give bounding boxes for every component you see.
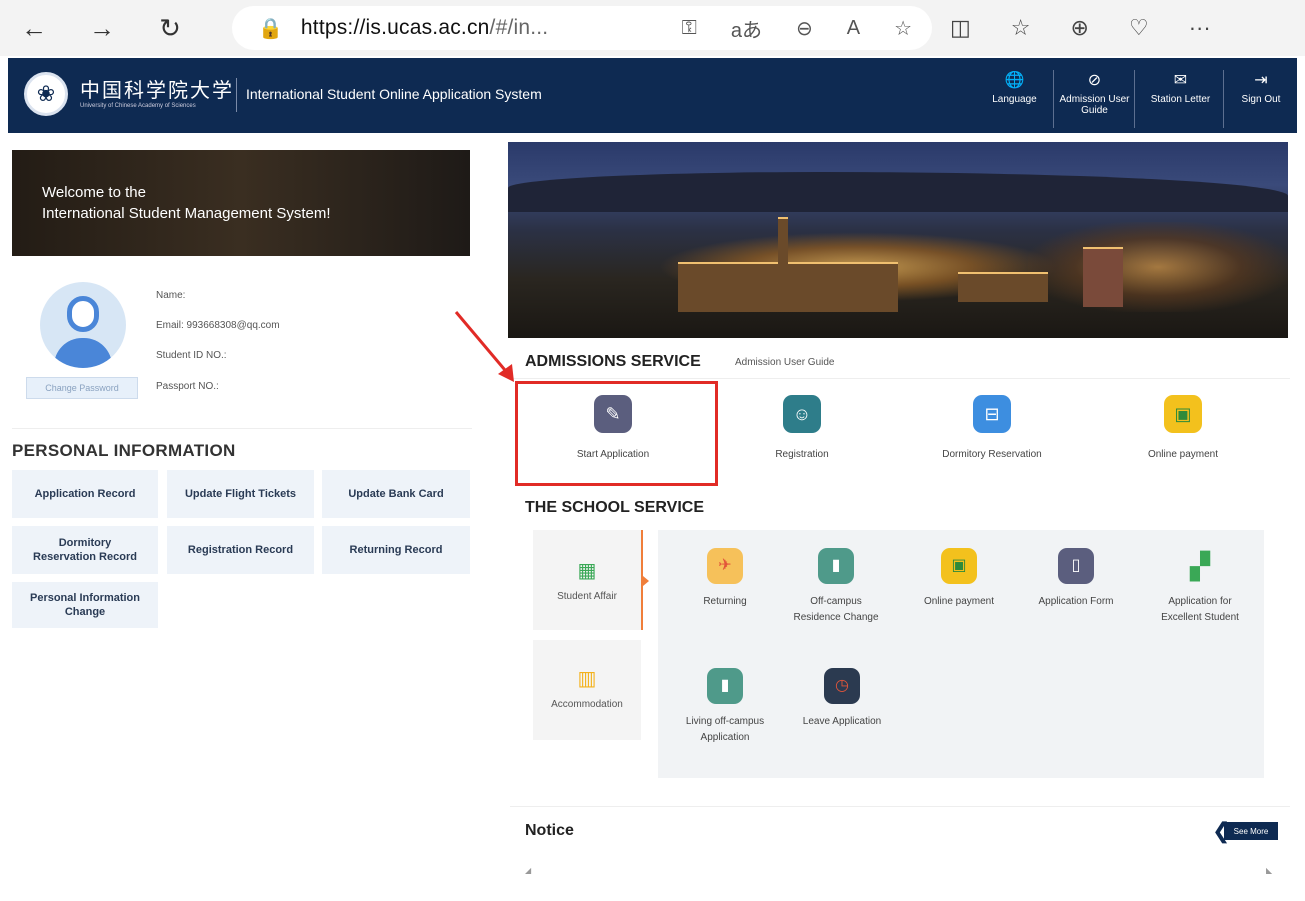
online-payment-button[interactable]: ▣ Online payment [911, 548, 1007, 610]
language-button[interactable]: 🌐 Language [976, 70, 1054, 128]
welcome-line-1: Welcome to the [42, 184, 146, 201]
welcome-line-2: International Student Management System! [42, 205, 331, 222]
university-name: 中国科学院大学 [80, 78, 234, 102]
school-service-title: THE SCHOOL SERVICE [525, 499, 704, 516]
online-payment-button[interactable]: ▣ Online payment [1108, 395, 1258, 460]
welcome-banner: Welcome to the International Student Man… [12, 150, 470, 256]
profile-passport: Passport NO.: [156, 381, 219, 392]
campus-banner-image [508, 142, 1288, 338]
update-flight-tickets-button[interactable]: Update Flight Tickets [167, 470, 314, 518]
university-subtitle: University of Chinese Academy of Science… [80, 103, 196, 109]
active-category-arrow [643, 576, 649, 586]
grid-icon: ▦ [577, 560, 597, 582]
site-header: ❀ 中国科学院大学 University of Chinese Academy … [8, 58, 1297, 133]
personal-information-title: PERSONAL INFORMATION [12, 441, 236, 460]
admission-user-guide-link[interactable]: Admission User Guide [735, 357, 834, 368]
see-more-button[interactable]: See More [1224, 822, 1278, 840]
leave-application-button[interactable]: ◷ Leave Application [794, 668, 890, 730]
profile-email: Email: 993668308@qq.com [156, 320, 280, 331]
url-text[interactable]: https://is.ucas.ac.cn/#/in... [301, 16, 548, 40]
application-for-excellent-student-button[interactable]: ▞ Application for Excellent Student [1150, 548, 1250, 626]
forward-icon[interactable]: → [80, 8, 124, 48]
university-logo-icon[interactable]: ❀ [24, 72, 68, 116]
update-bank-card-button[interactable]: Update Bank Card [322, 470, 470, 518]
compass-icon: ⊘ [1087, 72, 1102, 89]
profile-student-id: Student ID NO.: [156, 350, 227, 361]
building-icon: ▮ [818, 548, 854, 584]
lock-icon: 🔒 [258, 17, 283, 40]
collections-icon[interactable]: ⊕ [1071, 15, 1089, 41]
globe-icon: 🌐 [1004, 72, 1025, 89]
living-off-campus-application-button[interactable]: ▮ Living off-campus Application [677, 668, 773, 746]
dormitory-reservation-record-button[interactable]: Dormitory Reservation Record [12, 526, 158, 574]
registration-user-icon: ☺ [783, 395, 821, 433]
divider [12, 428, 472, 429]
application-form-button[interactable]: ▯ Application Form [1028, 548, 1124, 610]
zoom-out-icon[interactable]: ⊖ [796, 16, 813, 41]
start-application-highlight [515, 381, 718, 486]
dormitory-reservation-button[interactable]: ⊟ Dormitory Reservation [917, 395, 1067, 460]
address-bar[interactable]: 🔒 https://is.ucas.ac.cn/#/in... ⚿ aあ ⊖ A… [232, 6, 932, 50]
health-icon[interactable]: ♡ [1129, 15, 1149, 41]
building-icon: ▥ [577, 668, 597, 690]
system-title: International Student Online Application… [246, 86, 542, 102]
building-icon: ▮ [707, 668, 743, 704]
registration-record-button[interactable]: Registration Record [167, 526, 314, 574]
favorite-star-icon[interactable]: ☆ [894, 16, 912, 41]
resize-handle-icon: ◣ [1266, 866, 1273, 875]
returning-record-button[interactable]: Returning Record [322, 526, 470, 574]
profile-name: Name: [156, 290, 186, 301]
read-aloud-icon[interactable]: A [847, 17, 860, 40]
more-icon[interactable]: ··· [1189, 15, 1211, 41]
mail-icon: ✉ [1173, 72, 1188, 89]
browser-extensions: ◫ ☆ ⊕ ♡ ··· [950, 8, 1211, 48]
bed-icon: ⊟ [973, 395, 1011, 433]
key-icon[interactable]: ⚿ [682, 17, 697, 40]
category-accommodation[interactable]: ▥ Accommodation [533, 640, 641, 740]
document-icon: ▯ [1058, 548, 1094, 584]
personal-information-change-button[interactable]: Personal Information Change [12, 582, 158, 628]
wallet-icon: ▣ [1164, 395, 1202, 433]
refresh-icon[interactable]: ↻ [148, 8, 192, 48]
admissions-service-title: ADMISSIONS SERVICE [525, 353, 701, 370]
station-letter-button[interactable]: ✉ Station Letter [1138, 70, 1224, 128]
split-screen-icon[interactable]: ◫ [950, 15, 971, 41]
change-password-button[interactable]: Change Password [26, 377, 138, 399]
application-record-button[interactable]: Application Record [12, 470, 158, 518]
back-icon[interactable]: ← [12, 8, 56, 48]
notice-panel [510, 806, 1290, 878]
airplane-icon: ✈ [707, 548, 743, 584]
translate-icon[interactable]: aあ [731, 14, 762, 43]
registration-button[interactable]: ☺ Registration [727, 395, 877, 460]
off-campus-residence-change-button[interactable]: ▮ Off-campus Residence Change [788, 548, 884, 626]
sign-out-icon: ⇥ [1254, 72, 1268, 89]
header-separator [236, 78, 237, 112]
notice-title: Notice [525, 822, 574, 839]
red-arrow-annotation [454, 311, 514, 382]
wallet-icon: ▣ [941, 548, 977, 584]
address-bar-actions: ⚿ aあ ⊖ A ☆ [682, 6, 912, 50]
avatar [40, 282, 126, 368]
resize-handle-icon: ◢ [525, 866, 532, 875]
category-student-affair[interactable]: ▦ Student Affair [533, 530, 641, 630]
calendar-clock-icon: ◷ [824, 668, 860, 704]
favorites-icon[interactable]: ☆ [1011, 15, 1031, 41]
divider [508, 378, 1290, 379]
grid-icon: ▞ [1190, 551, 1210, 581]
admission-user-guide-button[interactable]: ⊘ Admission User Guide [1055, 70, 1135, 128]
sign-out-button[interactable]: ⇥ Sign Out [1228, 70, 1294, 128]
returning-button[interactable]: ✈ Returning [677, 548, 773, 610]
